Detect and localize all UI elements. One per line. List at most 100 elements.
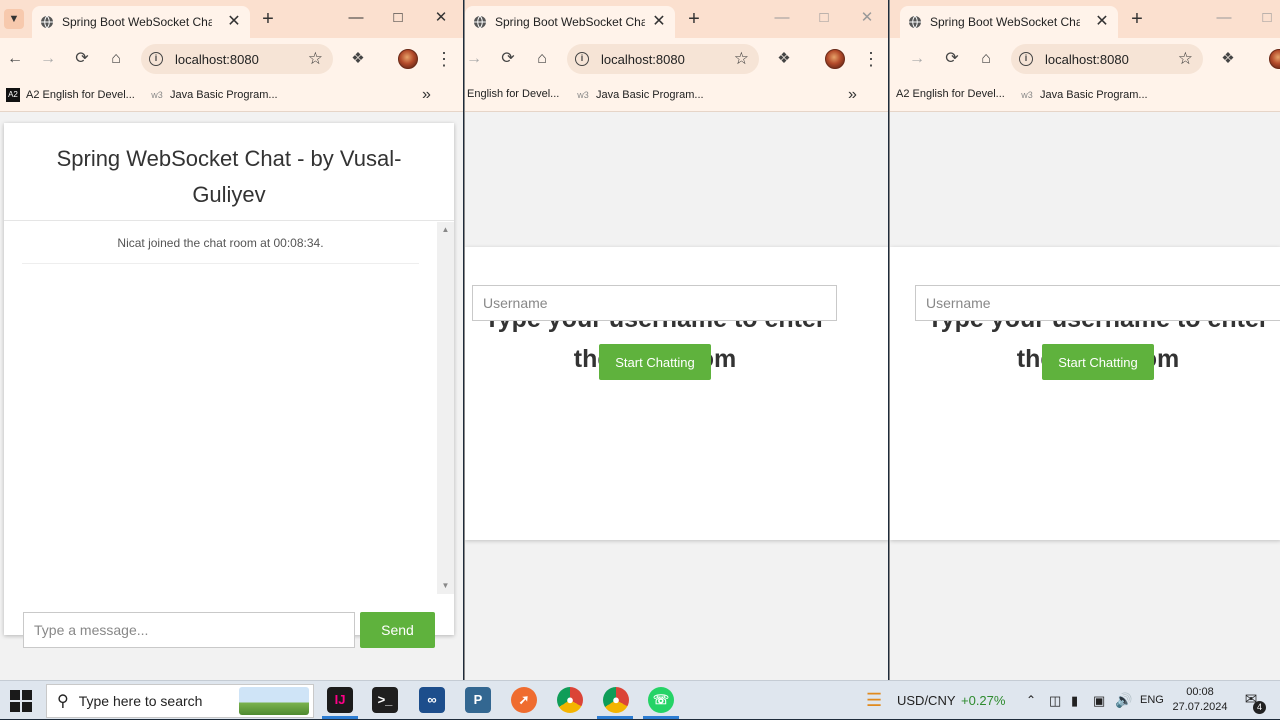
back-button[interactable]: ← [4,48,26,70]
start-chatting-button[interactable]: Start Chatting [1042,344,1154,380]
site-info-icon[interactable]: i [575,52,589,66]
browser-tab[interactable]: Spring Boot WebSocket Chat Ap ✕ [900,6,1118,38]
home-button[interactable]: ⌂ [105,48,127,70]
new-tab-button[interactable]: + [256,8,280,30]
maximize-button[interactable]: □ [386,8,410,28]
maximize-button[interactable]: □ [1255,8,1279,28]
bookmark-label: A2 English for Devel... [26,89,135,101]
intellij-icon[interactable]: IJ [327,687,353,713]
scroll-down-icon[interactable]: ▼ [437,578,454,594]
tab-title: Spring Boot WebSocket Chat Ap [930,15,1080,29]
show-hidden-icons-icon[interactable]: ⌃ [1026,681,1036,720]
windows-start-icon[interactable] [10,690,32,712]
clock[interactable]: 00:08 27.07.2024 [1170,685,1230,715]
extensions-icon[interactable]: ❖ [773,48,795,70]
username-input[interactable] [472,285,837,321]
reload-button[interactable]: ⟳ [941,48,963,70]
reload-button[interactable]: ⟳ [497,48,519,70]
menu-icon[interactable]: ⋮ [862,48,880,70]
bookmark-java-basic[interactable]: w3 Java Basic Program... [1020,88,1147,102]
postman-icon[interactable]: ➚ [511,687,537,713]
bookmark-star-icon[interactable]: ☆ [1178,49,1193,69]
profile-avatar[interactable] [1269,49,1280,69]
maximize-button[interactable]: □ [812,8,836,28]
more-bookmarks-icon[interactable]: » [422,86,431,104]
bookmark-java-basic[interactable]: w3 Java Basic Program... [150,88,277,102]
tab-strip: Spring Boot WebSocket Chat Ap ✕ + — □ [890,0,1280,38]
bookmark-a2-english[interactable]: A2 English for Devel... [896,88,1005,100]
chrome-icon[interactable]: ● [557,687,583,713]
close-window-button[interactable]: ✕ [855,8,879,28]
new-tab-button[interactable]: + [1125,8,1149,30]
battery-icon[interactable]: ▮ [1071,681,1078,720]
volume-icon[interactable]: 🔊 [1115,681,1132,720]
scrollbar[interactable]: ▲ ▼ [437,222,454,594]
message-input[interactable] [23,612,355,648]
send-button[interactable]: Send [360,612,435,648]
browser-toolbar: → ⟳ ⌂ i localhost:8080 ☆ ❖ ⋮ [465,38,888,80]
currency-change[interactable]: +0.27% [961,681,1005,720]
menu-icon[interactable]: ⋮ [435,48,453,70]
whatsapp-icon[interactable]: ☏ [648,687,674,713]
notification-badge: 4 [1253,701,1266,714]
close-window-button[interactable]: ✕ [429,8,453,28]
site-info-icon[interactable]: i [1019,52,1033,66]
currency-widget-icon[interactable]: ☰ [866,681,882,720]
postgres-icon[interactable]: P [465,687,491,713]
vscode-icon[interactable]: ∞ [419,687,445,713]
forward-button[interactable]: → [37,48,59,70]
search-placeholder: Type here to search [78,693,203,709]
browser-tab[interactable]: Spring Boot WebSocket Chat Ap ✕ [32,6,250,38]
start-chatting-button[interactable]: Start Chatting [599,344,711,380]
bookmark-a2-english[interactable]: English for Devel... [467,88,559,100]
search-icon: ⚲ [57,693,69,710]
reload-button[interactable]: ⟳ [71,48,93,70]
username-input[interactable] [915,285,1280,321]
home-button[interactable]: ⌂ [975,48,997,70]
minimize-button[interactable]: — [1212,8,1236,28]
terminal-icon[interactable]: >_ [372,687,398,713]
scroll-up-icon[interactable]: ▲ [437,222,454,238]
forward-button[interactable]: → [906,48,928,70]
address-bar[interactable]: i localhost:8080 ☆ [1011,44,1203,74]
new-tab-button[interactable]: + [682,8,706,30]
globe-icon [41,15,53,29]
minimize-button[interactable]: — [344,8,368,28]
bookmark-a2-english[interactable]: A2 A2 English for Devel... [6,88,135,102]
profile-avatar[interactable] [398,49,418,69]
close-tab-icon[interactable]: ✕ [651,14,667,30]
address-bar[interactable]: i localhost:8080 ☆ [567,44,759,74]
profile-avatar[interactable] [825,49,845,69]
taskbar-search[interactable]: ⚲ Type here to search [46,684,314,718]
tab-title: Spring Boot WebSocket Chat Ap [495,15,645,29]
more-bookmarks-icon[interactable]: » [848,86,857,104]
close-tab-icon[interactable]: ✕ [226,14,242,30]
network-icon[interactable]: ▣ [1093,681,1105,720]
url-text: localhost:8080 [175,51,259,67]
language-indicator[interactable]: ENG [1140,681,1164,720]
bookmark-label: A2 English for Devel... [896,88,1005,100]
bookmark-star-icon[interactable]: ☆ [308,49,323,69]
page-content: Spring WebSocket Chat - by Vusal-Guliyev… [0,113,463,680]
meet-now-icon[interactable]: ◫ [1049,681,1061,720]
forward-button[interactable]: → [465,48,485,70]
minimize-button[interactable]: — [770,8,794,28]
currency-pair[interactable]: USD/CNY [897,681,956,720]
close-tab-icon[interactable]: ✕ [1094,14,1110,30]
clock-date: 27.07.2024 [1172,701,1228,713]
extensions-icon[interactable]: ❖ [1217,48,1239,70]
notifications-icon[interactable]: ✉ 4 [1240,690,1266,714]
tab-search-icon[interactable]: ▼ [4,9,24,29]
browser-toolbar: ← → ⟳ ⌂ i localhost:8080 ☆ ❖ ⋮ [0,38,463,80]
bookmark-java-basic[interactable]: w3 Java Basic Program... [576,88,703,102]
chrome-profile-icon[interactable]: ● [603,687,629,713]
url-text: localhost:8080 [1045,51,1129,67]
message-area[interactable]: Nicat joined the chat room at 00:08:34. [4,222,437,594]
browser-tab[interactable]: Spring Boot WebSocket Chat Ap ✕ [465,6,675,38]
site-info-icon[interactable]: i [149,52,163,66]
browser-toolbar: → ⟳ ⌂ i localhost:8080 ☆ ❖ [890,38,1280,80]
address-bar[interactable]: i localhost:8080 ☆ [141,44,333,74]
extensions-icon[interactable]: ❖ [347,48,369,70]
bookmark-star-icon[interactable]: ☆ [734,49,749,69]
home-button[interactable]: ⌂ [531,48,553,70]
